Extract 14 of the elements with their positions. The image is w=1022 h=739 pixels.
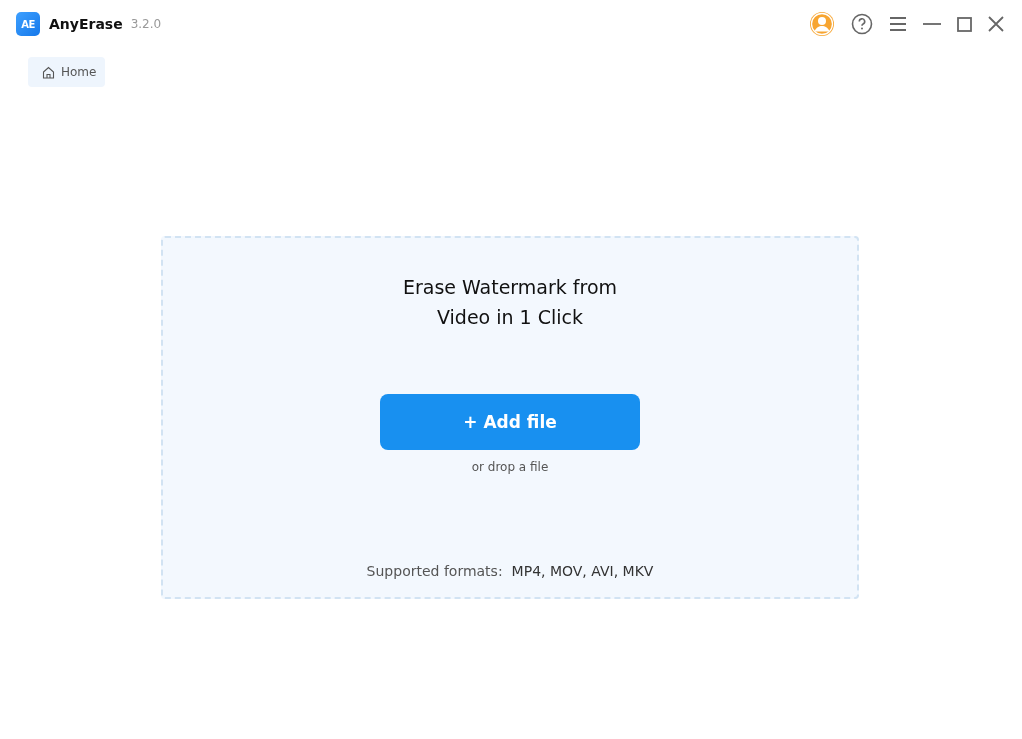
home-icon: [42, 65, 55, 79]
formats-label: Supported formats:: [366, 563, 503, 579]
drop-zone[interactable]: Erase Watermark from Video in 1 Click + Add file or drop a file Supported formats: MP4, MOV, AVI, MKV: [161, 236, 859, 599]
app-name: AnyErase: [49, 16, 123, 32]
menu-icon[interactable]: [889, 16, 907, 32]
app-version: 3.2.0: [130, 17, 162, 31]
help-icon[interactable]: [851, 13, 873, 35]
close-icon[interactable]: [988, 16, 1004, 32]
dropzone-title: Erase Watermark from Video in 1 Click: [401, 275, 619, 330]
maximize-icon[interactable]: [957, 16, 972, 32]
home-tab[interactable]: Home: [28, 57, 106, 87]
formats-list: MP4, MOV, AVI, MKV: [511, 563, 654, 579]
app-logo: AE: [16, 12, 40, 36]
drop-hint: or drop a file: [471, 460, 549, 474]
